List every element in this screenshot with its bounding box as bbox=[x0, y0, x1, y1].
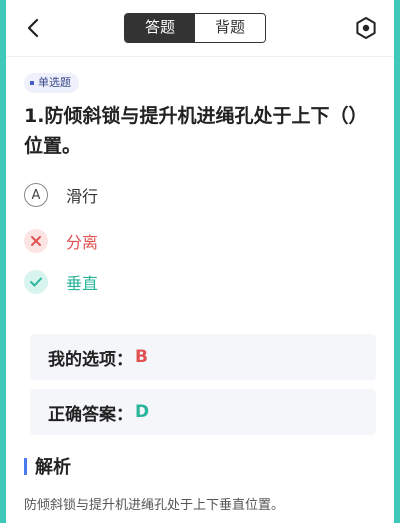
question-type-badge: 单选题 bbox=[24, 73, 79, 93]
mode-switch: 答题 背题 bbox=[124, 13, 266, 43]
correct-answer-box: 正确答案： D bbox=[30, 389, 376, 435]
option-c[interactable]: 垂直 bbox=[24, 267, 374, 297]
back-button[interactable] bbox=[20, 14, 48, 42]
option-a[interactable]: A 滑行 bbox=[24, 180, 374, 210]
settings-button[interactable] bbox=[352, 14, 380, 42]
tab-recite[interactable]: 背题 bbox=[195, 14, 265, 42]
option-c-text: 垂直 bbox=[66, 274, 99, 293]
top-bar: 答题 背题 bbox=[6, 0, 394, 57]
right-edge-decoration bbox=[394, 0, 400, 523]
option-a-mark: A bbox=[24, 183, 48, 207]
my-answer-box: 我的选项： B bbox=[30, 334, 376, 380]
option-b-mark bbox=[24, 229, 48, 253]
option-c-mark bbox=[24, 270, 48, 294]
hexagon-settings-icon bbox=[356, 17, 376, 39]
question-page: 答题 背题 单选题 1.防倾斜锁与提升机进绳孔处于上下（）位置。 A 滑行 分离 bbox=[6, 0, 394, 523]
question-text: 1.防倾斜锁与提升机进绳孔处于上下（）位置。 bbox=[24, 105, 368, 157]
analysis-heading: 解析 bbox=[24, 454, 71, 478]
analysis-text: 防倾斜锁与提升机进绳孔处于上下垂直位置。 bbox=[24, 498, 285, 513]
section-bar-icon bbox=[24, 457, 27, 475]
check-icon bbox=[30, 277, 42, 287]
my-answer-label: 我的选项： bbox=[48, 349, 133, 370]
chevron-left-icon bbox=[27, 18, 39, 38]
close-icon bbox=[31, 236, 41, 246]
my-answer-value: B bbox=[135, 347, 148, 367]
badge-dot-icon bbox=[30, 81, 34, 85]
correct-answer-value: D bbox=[135, 402, 150, 422]
analysis-title: 解析 bbox=[35, 457, 71, 478]
tab-answer[interactable]: 答题 bbox=[125, 14, 195, 42]
option-b[interactable]: 分离 bbox=[24, 226, 374, 256]
correct-answer-label: 正确答案： bbox=[48, 404, 133, 425]
question-type-label: 单选题 bbox=[38, 76, 71, 89]
option-a-text: 滑行 bbox=[66, 187, 99, 206]
option-b-text: 分离 bbox=[66, 233, 99, 252]
